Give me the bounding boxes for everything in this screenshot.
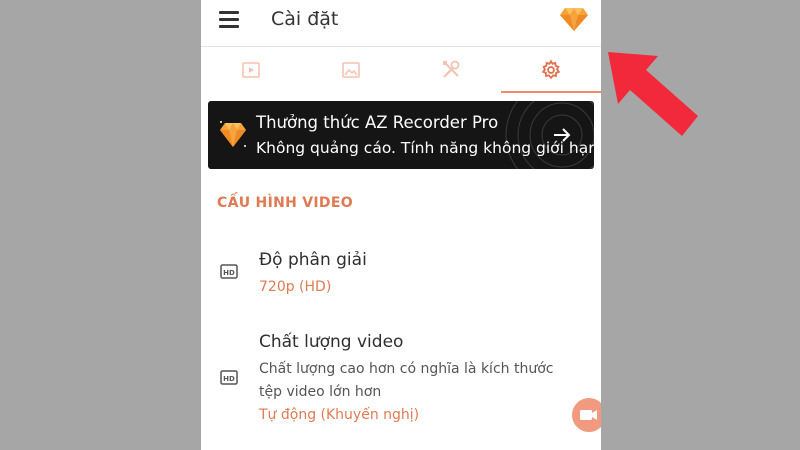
- tab-videos[interactable]: [201, 47, 301, 93]
- video-icon: [242, 62, 260, 78]
- decorative-rings: [505, 101, 594, 169]
- hd-icon: HD: [220, 370, 238, 385]
- tools-icon: [443, 60, 460, 78]
- hd-icon: HD: [220, 264, 238, 279]
- pro-upgrade-banner[interactable]: Thưởng thức AZ Recorder Pro Không quảng …: [208, 101, 594, 169]
- setting-description-line: Chất lượng cao hơn có nghĩa là kích thướ…: [259, 361, 554, 377]
- tab-tools[interactable]: [401, 47, 501, 93]
- record-fab[interactable]: [572, 398, 601, 432]
- app-screen: Cài đặt Thưởng thức AZ Recorder Pro Khôn…: [201, 0, 601, 450]
- setting-description-line: tệp video lớn hơn: [259, 384, 382, 400]
- app-bar: Cài đặt: [201, 0, 601, 47]
- red-arrow-icon: [608, 52, 698, 136]
- banner-subtitle: Không quảng cáo. Tính năng không giới hạ…: [256, 139, 594, 157]
- setting-value: Tự động (Khuyến nghị): [259, 407, 420, 423]
- setting-video-quality[interactable]: HD Chất lượng video Chất lượng cao hơn c…: [201, 322, 601, 432]
- tab-settings[interactable]: [501, 47, 601, 93]
- gear-icon: [541, 59, 561, 80]
- section-header-video-config: CẤU HÌNH VIDEO: [217, 195, 353, 211]
- setting-value: 720p (HD): [259, 279, 332, 295]
- setting-title: Chất lượng video: [259, 332, 404, 352]
- tab-images[interactable]: [301, 47, 401, 93]
- setting-title: Độ phân giải: [259, 250, 367, 270]
- diamond-icon[interactable]: [559, 6, 589, 32]
- image-icon: [342, 62, 360, 78]
- camera-record-icon: [580, 410, 597, 420]
- setting-resolution[interactable]: HD Độ phân giải 720p (HD): [201, 238, 601, 308]
- tab-active-indicator: [501, 91, 601, 93]
- diamond-icon: [220, 121, 246, 147]
- hamburger-menu-icon[interactable]: [219, 11, 239, 28]
- svg-text:HD: HD: [223, 269, 235, 277]
- tab-bar: [201, 47, 601, 93]
- arrow-right-icon[interactable]: [548, 121, 576, 149]
- svg-text:HD: HD: [223, 375, 235, 383]
- page-title: Cài đặt: [271, 8, 339, 30]
- banner-title: Thưởng thức AZ Recorder Pro: [256, 113, 499, 132]
